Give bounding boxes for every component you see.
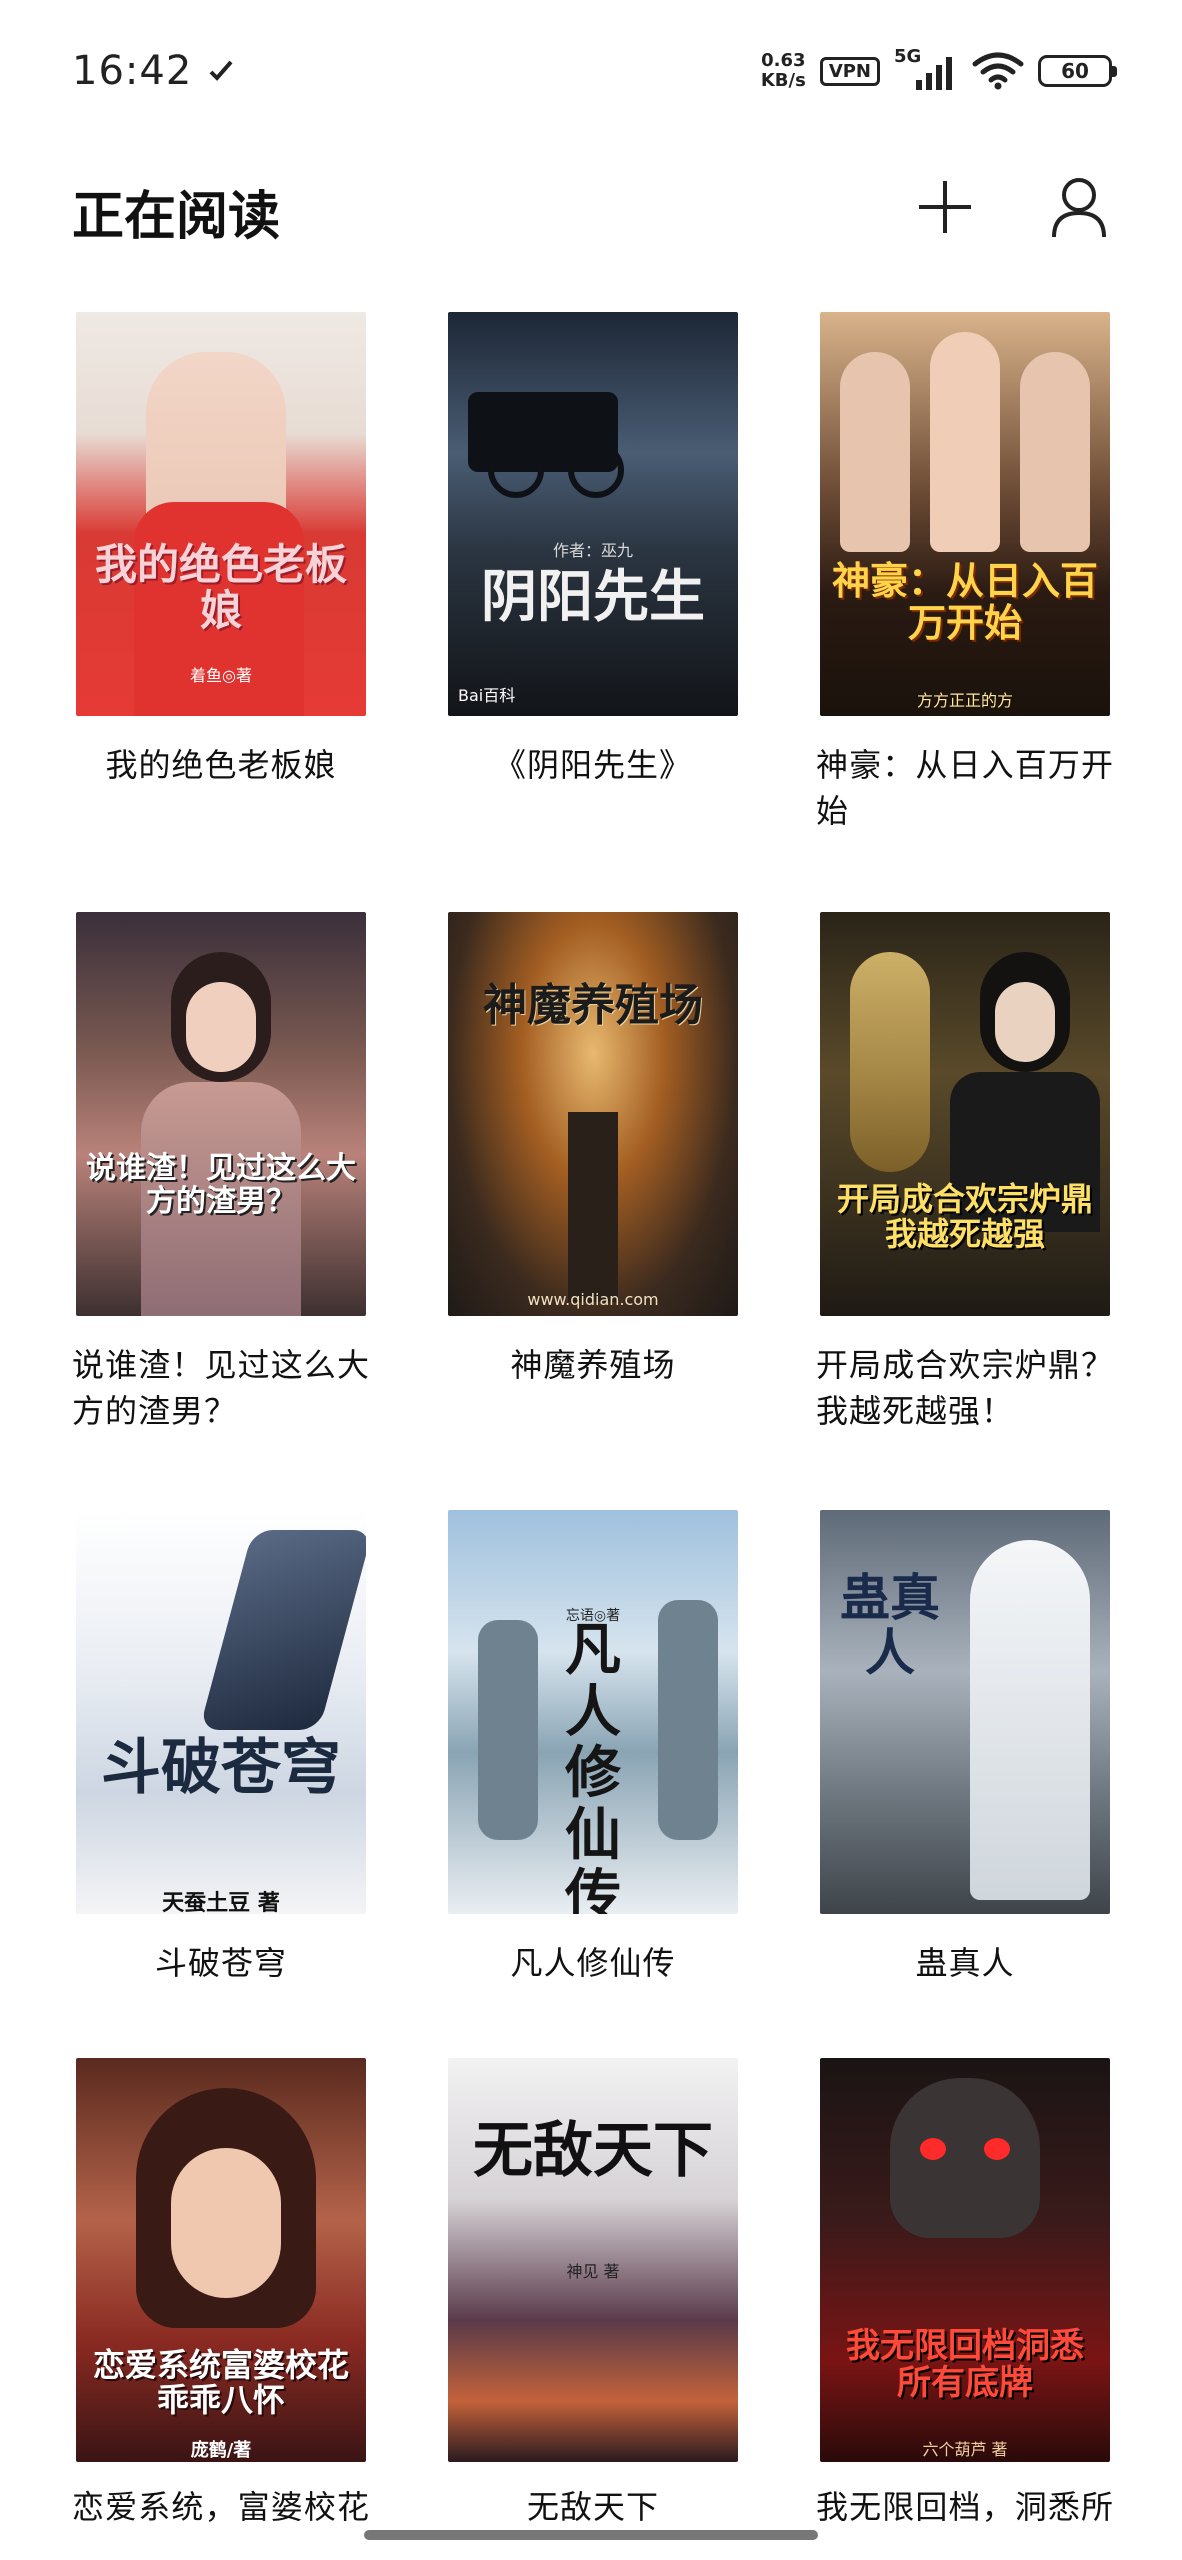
book-cover: 恋爱系统富婆校花乖乖八怀 庞鹤/著 — [76, 2058, 366, 2462]
cover-author: 天蚕土豆 著 — [162, 1891, 280, 1914]
book-cover: 蛊真人 — [820, 1510, 1110, 1914]
book-title: 斗破苍穹 — [154, 1944, 287, 1982]
cover-watermark: Bai百科 — [458, 686, 516, 705]
cover-title: 蛊真人 — [840, 1568, 940, 1682]
cover-title: 凡人修仙传 — [565, 1617, 621, 1914]
vpn-badge: VPN — [819, 56, 880, 86]
home-indicator[interactable] — [364, 2530, 818, 2540]
cover-title: 无敌天下 — [473, 2116, 713, 2186]
battery-level: 60 — [1061, 59, 1089, 83]
status-bar: 16:42 0.63 KB/s VPN 5G 60 — [0, 0, 1182, 150]
book-cover: 说谁渣！见过这么大方的渣男？ — [76, 912, 366, 1316]
book-title: 蛊真人 — [915, 1944, 1015, 1982]
signal-bars-icon — [916, 57, 952, 90]
book-title: 神魔养殖场 — [510, 1346, 676, 1384]
cover-title: 神魔养殖场 — [483, 980, 703, 1031]
cover-author: 忘语◎著 — [565, 1608, 621, 1624]
cover-title: 斗破苍穹 — [101, 1733, 341, 1803]
profile-button[interactable] — [1044, 172, 1114, 242]
book-cover: 斗破苍穹 天蚕土豆 著 — [76, 1510, 366, 1914]
book-cover: 作者：巫九 阴阳先生 Bai百科 — [448, 312, 738, 716]
book-title: 凡人修仙传 — [510, 1944, 676, 1982]
cover-title: 恋爱系统富婆校花乖乖八怀 — [92, 2346, 349, 2420]
plus-icon — [919, 181, 971, 233]
book-cover: 无敌天下 神见 著 — [448, 2058, 738, 2462]
user-icon — [1052, 178, 1106, 238]
cover-author: 庞鹤/著 — [190, 2440, 252, 2461]
status-right-group: 0.63 KB/s VPN 5G 60 — [761, 46, 1117, 94]
cover-title: 开局成合欢宗炉鼎我越死越强 — [836, 1180, 1093, 1254]
status-time: 16:42 — [72, 48, 193, 94]
book-cover: 我无限回档洞悉所有底牌 六个葫芦 著 — [820, 2058, 1110, 2462]
battery-icon: 60 — [1038, 55, 1117, 87]
cover-author: 六个葫芦 著 — [922, 2440, 1008, 2459]
book-title: 我无限回档，洞悉所有底牌 — [816, 2488, 1114, 2526]
book-cover: 我的绝色老板娘 着鱼◎著 — [76, 312, 366, 716]
cover-author: 神见 著 — [566, 2262, 620, 2281]
app-header: 正在阅读 — [0, 150, 1182, 260]
book-title: 《阴阳先生》 — [493, 746, 692, 784]
book-title: 我的绝色老板娘 — [105, 746, 337, 784]
notification-check-icon — [209, 60, 233, 81]
cover-title: 我无限回档洞悉所有底牌 — [846, 2326, 1084, 2404]
cover-title: 阴阳先生 — [481, 564, 705, 630]
page-title: 正在阅读 — [72, 187, 281, 247]
book-title: 开局成合欢宗炉鼎？我越死越强！ — [816, 1346, 1114, 1430]
cover-author: www.qidian.com — [527, 1290, 659, 1309]
network-speed-value: 0.63 — [761, 50, 806, 71]
network-speed-unit: KB/s — [760, 70, 806, 91]
book-title: 神豪：从日入百万开始 — [816, 746, 1114, 830]
cover-title: 我的绝色老板娘 — [94, 540, 347, 636]
book-title: 无敌天下 — [526, 2488, 659, 2526]
network-speed: 0.63 KB/s — [761, 51, 806, 91]
book-title: 恋爱系统，富婆校花乖乖八怀 — [72, 2488, 370, 2526]
cover-author: 方方正正的方 — [916, 691, 1013, 710]
book-cover: 神魔养殖场 www.qidian.com — [448, 912, 738, 1316]
add-book-button[interactable] — [910, 172, 980, 242]
cover-author: 作者：巫九 — [552, 541, 633, 560]
book-title: 说谁渣！见过这么大方的渣男？ — [72, 1346, 370, 1430]
cover-title: 说谁渣！见过这么大方的渣男？ — [86, 1151, 356, 1219]
book-cover: 神豪：从日入百万开始 方方正正的方 — [820, 312, 1110, 716]
signal-icon: 5G — [894, 46, 958, 94]
book-cover: 开局成合欢宗炉鼎我越死越强 — [820, 912, 1110, 1316]
cover-author: 着鱼◎著 — [190, 666, 252, 685]
book-cover: 凡人修仙传 忘语◎著 — [448, 1510, 738, 1914]
cover-title: 神豪：从日入百万开始 — [831, 558, 1098, 645]
wifi-icon — [972, 52, 1024, 90]
